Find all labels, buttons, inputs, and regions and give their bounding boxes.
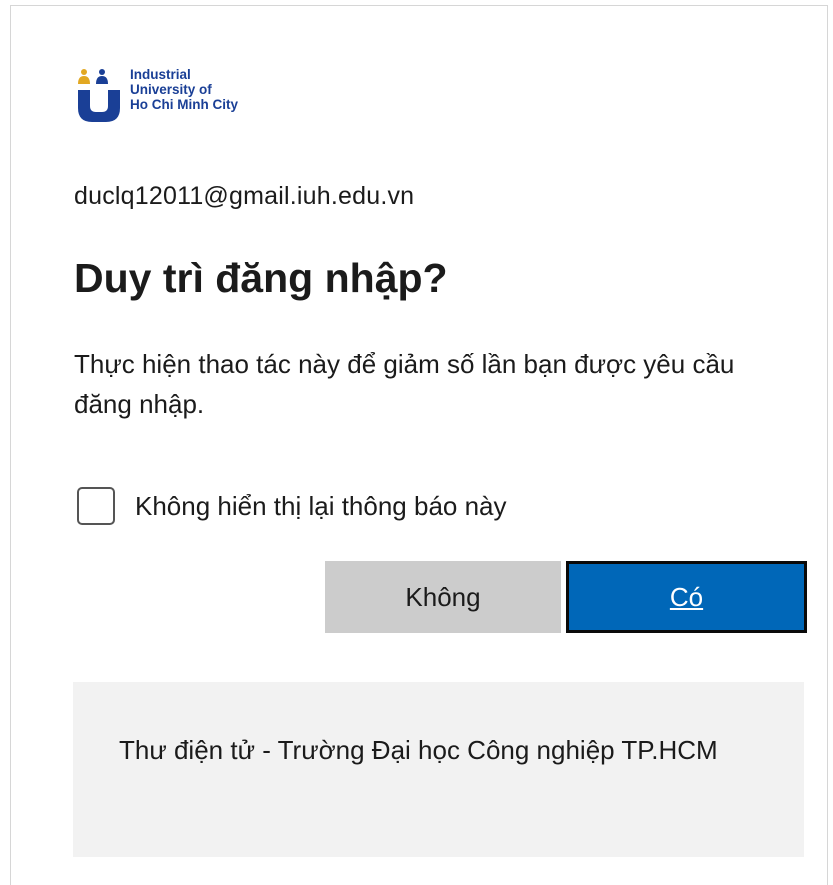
logo-line-2: University of xyxy=(130,82,212,97)
no-button[interactable]: Không xyxy=(325,561,561,633)
signin-dialog: Industrial University of Ho Chi Minh Cit… xyxy=(10,5,828,885)
dialog-description: Thực hiện thao tác này để giảm số lần bạ… xyxy=(74,349,735,419)
university-logo: Industrial University of Ho Chi Minh Cit… xyxy=(77,66,297,126)
dialog-title: Duy trì đăng nhập? xyxy=(74,255,448,301)
logo-line-1: Industrial xyxy=(130,67,191,82)
dont-show-again-row[interactable]: Không hiển thị lại thông báo này xyxy=(77,484,507,528)
organization-footer: Thư điện tử - Trường Đại học Công nghiệp… xyxy=(73,682,804,857)
organization-name: Thư điện tử - Trường Đại học Công nghiệp… xyxy=(119,735,718,765)
account-email: duclq12011@gmail.iuh.edu.vn xyxy=(74,182,415,210)
dont-show-again-label[interactable]: Không hiển thị lại thông báo này xyxy=(135,491,507,522)
yes-button[interactable]: Có xyxy=(566,561,807,633)
logo-text: Industrial University of Ho Chi Minh Cit… xyxy=(130,67,238,112)
iuh-logo-icon xyxy=(78,69,120,122)
dont-show-again-checkbox[interactable] xyxy=(77,487,115,525)
logo-line-3: Ho Chi Minh City xyxy=(130,97,238,112)
